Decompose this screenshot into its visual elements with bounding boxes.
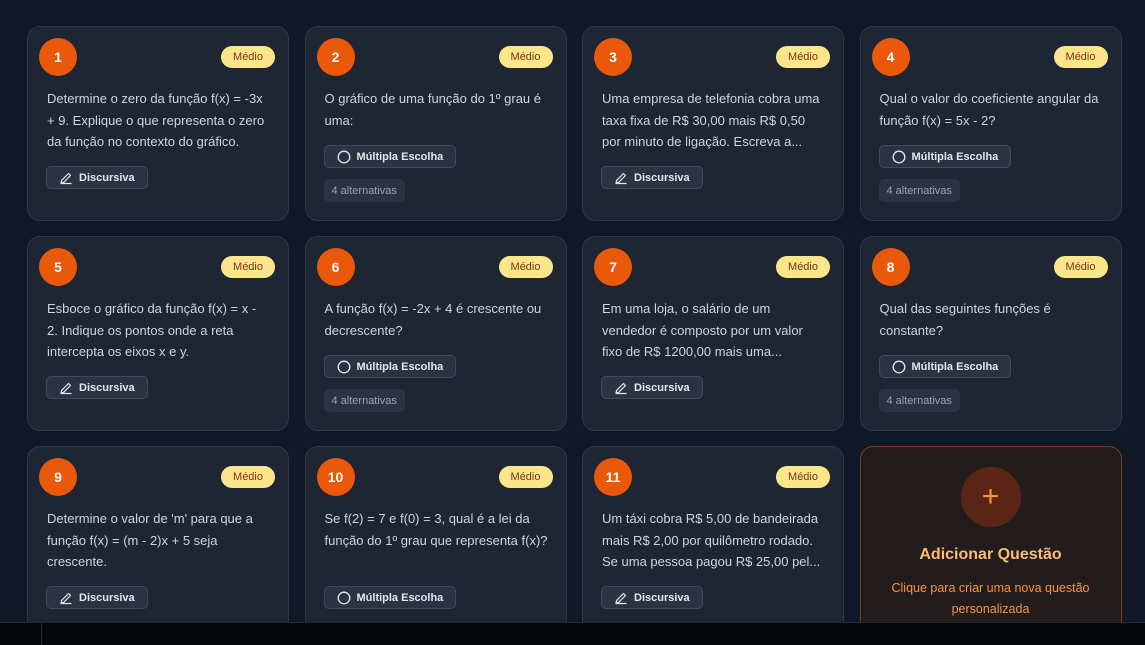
question-card[interactable]: 1 Médio Determine o zero da função f(x) … bbox=[27, 26, 289, 221]
type-multiple-choice-tag: Múltipla Escolha bbox=[878, 355, 1012, 378]
question-text: Determine o valor de 'm' para que a funç… bbox=[47, 511, 253, 569]
question-text: Um táxi cobra R$ 5,00 de bandeirada mais… bbox=[602, 511, 821, 569]
question-number: 2 bbox=[316, 38, 355, 76]
difficulty-badge: Médio bbox=[1053, 256, 1108, 278]
type-label: Múltipla Escolha bbox=[356, 150, 444, 163]
question-number: 10 bbox=[316, 458, 355, 496]
circle-icon bbox=[892, 360, 905, 373]
question-text: Se f(2) = 7 e f(0) = 3, qual é a lei da … bbox=[324, 511, 548, 548]
question-card[interactable]: 7 Médio Em uma loja, o salário de um ven… bbox=[582, 236, 844, 431]
type-label: Múltipla Escolha bbox=[911, 360, 999, 373]
difficulty-badge: Médio bbox=[221, 46, 275, 68]
type-discursive-tag: Discursiva bbox=[46, 166, 148, 189]
difficulty-badge: Médio bbox=[221, 466, 275, 488]
add-question-title: Adicionar Questão bbox=[919, 546, 1062, 563]
difficulty-badge: Médio bbox=[776, 256, 830, 278]
question-card[interactable]: 10 Médio Se f(2) = 7 e f(0) = 3, qual é … bbox=[304, 446, 567, 641]
question-card[interactable]: 5 Médio Esboce o gráfico da função f(x) … bbox=[27, 236, 289, 431]
add-question-subtitle: Clique para criar uma nova questão perso… bbox=[891, 581, 1090, 616]
pencil-icon bbox=[615, 382, 627, 394]
question-text: Qual o valor do coeficiente angular da f… bbox=[879, 91, 1099, 128]
difficulty-badge: Médio bbox=[221, 256, 275, 278]
type-discursive-tag: Discursiva bbox=[601, 376, 703, 399]
type-discursive-tag: Discursiva bbox=[601, 586, 703, 609]
question-text: A função f(x) = -2x + 4 é crescente ou d… bbox=[324, 301, 542, 338]
difficulty-badge: Médio bbox=[1053, 46, 1108, 68]
circle-icon bbox=[337, 360, 350, 373]
add-question-card[interactable]: + Adicionar Questão Clique para criar um… bbox=[859, 446, 1122, 641]
circle-icon bbox=[892, 150, 905, 163]
question-number: 3 bbox=[594, 38, 632, 76]
pencil-icon bbox=[60, 592, 72, 604]
question-number: 4 bbox=[871, 38, 910, 76]
question-text: Uma empresa de telefonia cobra uma taxa … bbox=[602, 91, 820, 149]
question-number: 1 bbox=[39, 38, 77, 76]
type-label: Discursiva bbox=[634, 171, 690, 184]
difficulty-badge: Médio bbox=[498, 466, 553, 488]
question-card[interactable]: 2 Médio O gráfico de uma função do 1º gr… bbox=[304, 26, 567, 221]
pencil-icon bbox=[60, 172, 72, 184]
type-multiple-choice-tag: Múltipla Escolha bbox=[323, 355, 457, 378]
type-label: Múltipla Escolha bbox=[911, 150, 999, 163]
question-card[interactable]: 8 Médio Qual das seguintes funções é con… bbox=[859, 236, 1122, 431]
circle-icon bbox=[337, 150, 350, 163]
question-card[interactable]: 3 Médio Uma empresa de telefonia cobra u… bbox=[582, 26, 844, 221]
type-discursive-tag: Discursiva bbox=[46, 586, 148, 609]
question-card[interactable]: 11 Médio Um táxi cobra R$ 5,00 de bandei… bbox=[582, 446, 844, 641]
alternatives-count: 4 alternativas bbox=[323, 179, 405, 202]
alternatives-count: 4 alternativas bbox=[878, 179, 960, 202]
alternatives-count: 4 alternativas bbox=[323, 389, 405, 412]
question-text: Determine o zero da função f(x) = -3x + … bbox=[47, 91, 265, 149]
pencil-icon bbox=[615, 172, 627, 184]
type-label: Discursiva bbox=[634, 591, 690, 604]
difficulty-badge: Médio bbox=[498, 46, 553, 68]
difficulty-badge: Médio bbox=[498, 256, 553, 278]
question-text: Esboce o gráfico da função f(x) = x - 2.… bbox=[47, 301, 257, 359]
circle-icon bbox=[337, 591, 350, 604]
question-grid: 1 Médio Determine o zero da função f(x) … bbox=[27, 26, 1122, 641]
difficulty-badge: Médio bbox=[776, 46, 830, 68]
question-number: 5 bbox=[39, 248, 77, 286]
type-discursive-tag: Discursiva bbox=[601, 166, 703, 189]
question-number: 9 bbox=[39, 458, 77, 496]
question-text: O gráfico de uma função do 1º grau é uma… bbox=[324, 91, 542, 128]
bottom-bar bbox=[0, 622, 1145, 645]
type-label: Discursiva bbox=[79, 171, 135, 184]
type-multiple-choice-tag: Múltipla Escolha bbox=[878, 145, 1012, 168]
type-label: Múltipla Escolha bbox=[356, 591, 444, 604]
type-label: Discursiva bbox=[634, 381, 690, 394]
question-number: 11 bbox=[594, 458, 632, 496]
type-multiple-choice-tag: Múltipla Escolha bbox=[323, 145, 457, 168]
question-card[interactable]: 9 Médio Determine o valor de 'm' para qu… bbox=[27, 446, 289, 641]
question-text: Em uma loja, o salário de um vendedor é … bbox=[602, 301, 803, 359]
question-number: 8 bbox=[871, 248, 910, 286]
bottom-bar-divider bbox=[41, 623, 42, 645]
type-multiple-choice-tag: Múltipla Escolha bbox=[323, 586, 457, 609]
plus-icon[interactable]: + bbox=[960, 467, 1021, 527]
pencil-icon bbox=[615, 592, 627, 604]
type-label: Múltipla Escolha bbox=[356, 360, 444, 373]
question-card[interactable]: 4 Médio Qual o valor do coeficiente angu… bbox=[859, 26, 1122, 221]
alternatives-count: 4 alternativas bbox=[878, 389, 960, 412]
question-number: 7 bbox=[594, 248, 632, 286]
question-text: Qual das seguintes funções é constante? bbox=[879, 301, 1051, 338]
question-number: 6 bbox=[316, 248, 355, 286]
difficulty-badge: Médio bbox=[776, 466, 830, 488]
question-card[interactable]: 6 Médio A função f(x) = -2x + 4 é cresce… bbox=[304, 236, 567, 431]
type-label: Discursiva bbox=[79, 591, 135, 604]
type-discursive-tag: Discursiva bbox=[46, 376, 148, 399]
type-label: Discursiva bbox=[79, 381, 135, 394]
pencil-icon bbox=[60, 382, 72, 394]
